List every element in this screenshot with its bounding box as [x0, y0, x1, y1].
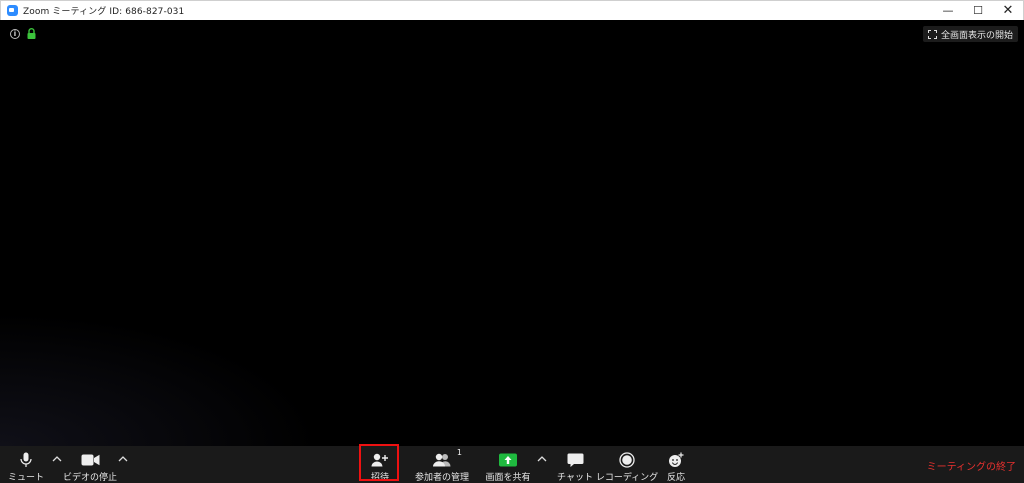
reactions-button[interactable]: 反応 — [664, 446, 688, 483]
mute-button[interactable]: ミュート — [8, 446, 44, 483]
participants-icon — [433, 453, 451, 467]
share-screen-icon — [499, 453, 517, 467]
share-screen-button[interactable]: 画面を共有 — [484, 446, 532, 483]
chat-bubble-icon — [567, 453, 583, 467]
info-icon[interactable]: i — [10, 29, 20, 39]
maximize-button[interactable]: ☐ — [963, 1, 993, 20]
minimize-button[interactable]: — — [933, 1, 963, 20]
share-options-chevron-up-icon[interactable] — [537, 455, 547, 463]
fullscreen-label: 全画面表示の開始 — [940, 30, 1013, 41]
lock-icon[interactable] — [27, 28, 36, 39]
end-meeting-button[interactable]: ミーティングの終了 — [927, 458, 1016, 473]
chat-button[interactable]: チャット — [557, 446, 593, 483]
close-button[interactable]: ✕ — [993, 1, 1023, 20]
add-emoji-icon — [669, 452, 684, 467]
window-controls: — ☐ ✕ — [933, 1, 1023, 20]
chat-label: チャット — [557, 473, 593, 483]
microphone-icon — [20, 452, 32, 467]
audio-options-chevron-up-icon[interactable] — [52, 455, 62, 463]
recording-label: レコーディング — [595, 473, 659, 483]
video-options-chevron-up-icon[interactable] — [118, 455, 128, 463]
meeting-toolbar: ミュート ビデオの停止 招待 1 参加者の管理 画面を共有 チャット レコーディ… — [0, 446, 1024, 483]
video-camera-icon — [81, 454, 99, 466]
zoom-app-icon — [7, 5, 18, 16]
fullscreen-icon — [927, 29, 937, 39]
stop-video-button[interactable]: ビデオの停止 — [62, 446, 118, 483]
stop-video-label: ビデオの停止 — [62, 473, 117, 483]
reactions-label: 反応 — [666, 473, 685, 483]
fullscreen-button[interactable]: 全画面表示の開始 — [922, 26, 1018, 42]
video-area: i 全画面表示の開始 — [0, 20, 1024, 446]
invite-highlight-box — [359, 444, 399, 481]
window-titlebar: Zoom ミーティング ID: 686-827-031 — ☐ ✕ — [0, 0, 1024, 21]
record-icon — [619, 452, 635, 468]
share-screen-label: 画面を共有 — [485, 473, 531, 483]
manage-participants-button[interactable]: 1 参加者の管理 — [412, 446, 472, 483]
participants-count: 1 — [456, 448, 462, 457]
recording-button[interactable]: レコーディング — [595, 446, 659, 483]
mute-label: ミュート — [8, 473, 45, 483]
window-title: Zoom ミーティング ID: 686-827-031 — [23, 7, 185, 17]
manage-participants-label: 参加者の管理 — [414, 473, 469, 483]
